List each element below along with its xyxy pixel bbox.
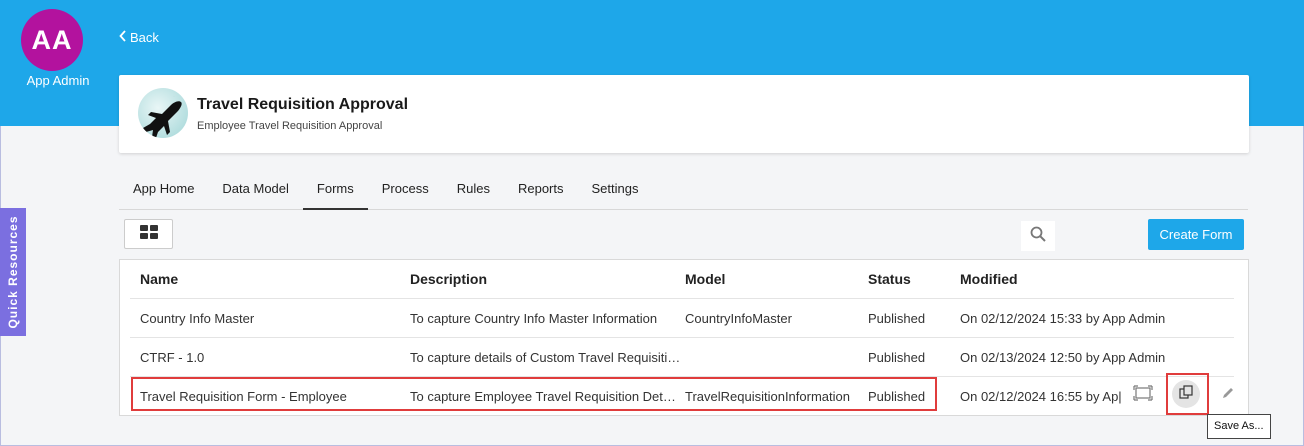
- preview-button[interactable]: [1132, 384, 1154, 406]
- table-row[interactable]: Country Info Master To capture Country I…: [130, 299, 1234, 338]
- form-model: [685, 338, 862, 377]
- column-header-status[interactable]: Status: [868, 260, 952, 299]
- tab-app-home[interactable]: App Home: [119, 172, 208, 210]
- grid-view-icon: [139, 224, 158, 244]
- forms-table: Name Description Model Status Modified C…: [119, 259, 1249, 416]
- column-header-modified[interactable]: Modified: [960, 260, 1122, 299]
- form-modified: On 02/12/2024 16:55 by Ap|: [960, 389, 1122, 404]
- airplane-icon: [138, 88, 188, 138]
- form-status: Published: [868, 311, 926, 326]
- tab-settings[interactable]: Settings: [578, 172, 653, 210]
- quick-resources-label: Quick Resources: [6, 215, 20, 329]
- form-model: TravelRequisitionInformation: [685, 389, 850, 404]
- form-name[interactable]: CTRF - 1.0: [140, 338, 402, 377]
- grid-view-button[interactable]: [124, 219, 173, 249]
- save-as-tooltip: Save As...: [1207, 414, 1271, 439]
- chevron-left-icon: [119, 30, 127, 45]
- table-header-row: Name Description Model Status Modified: [130, 260, 1234, 299]
- tab-reports[interactable]: Reports: [504, 172, 578, 210]
- back-label: Back: [130, 30, 159, 45]
- form-name[interactable]: Travel Requisition Form - Employee: [140, 377, 402, 416]
- column-header-model[interactable]: Model: [685, 260, 862, 299]
- edit-button[interactable]: [1218, 385, 1238, 405]
- preview-icon: [1133, 384, 1153, 406]
- quick-resources-tab[interactable]: Quick Resources: [0, 208, 26, 336]
- tab-process[interactable]: Process: [368, 172, 443, 210]
- user-avatar[interactable]: AA: [21, 9, 83, 71]
- search-icon: [1030, 226, 1046, 247]
- column-header-name[interactable]: Name: [140, 260, 402, 299]
- table-row-selected[interactable]: Travel Requisition Form - Employee To ca…: [130, 377, 1234, 416]
- form-status: Published: [868, 389, 926, 404]
- form-modified: On 02/13/2024 12:50 by App Admin: [960, 350, 1166, 365]
- app-title: Travel Requisition Approval: [197, 96, 409, 113]
- form-name[interactable]: Country Info Master: [140, 299, 402, 338]
- form-status: Published: [868, 350, 926, 365]
- form-description: To capture details of Custom Travel Requ…: [410, 350, 681, 365]
- table-row[interactable]: CTRF - 1.0 To capture details of Custom …: [130, 338, 1234, 377]
- search-button[interactable]: [1021, 221, 1055, 251]
- column-header-description[interactable]: Description: [410, 260, 682, 299]
- app-tabs: App Home Data Model Forms Process Rules …: [119, 172, 1248, 210]
- save-as-icon: [1179, 384, 1193, 404]
- tab-data-model[interactable]: Data Model: [208, 172, 302, 210]
- create-form-button[interactable]: Create Form: [1148, 219, 1244, 250]
- form-model: CountryInfoMaster: [685, 311, 792, 326]
- avatar-initials: AA: [31, 24, 73, 55]
- tab-forms[interactable]: Forms: [302, 172, 368, 210]
- form-description: To capture Employee Travel Requisition D…: [410, 389, 682, 404]
- form-description: To capture Country Info Master Informati…: [410, 311, 658, 326]
- app-header-card: Travel Requisition Approval Employee Tra…: [119, 75, 1249, 153]
- tab-rules[interactable]: Rules: [443, 172, 504, 210]
- app-subtitle: Employee Travel Requisition Approval: [197, 120, 383, 132]
- user-name: App Admin: [26, 73, 90, 88]
- save-as-button[interactable]: [1172, 380, 1200, 408]
- pencil-icon: [1221, 386, 1235, 405]
- back-link[interactable]: Back: [119, 30, 159, 45]
- form-modified: On 02/12/2024 15:33 by App Admin: [960, 311, 1166, 326]
